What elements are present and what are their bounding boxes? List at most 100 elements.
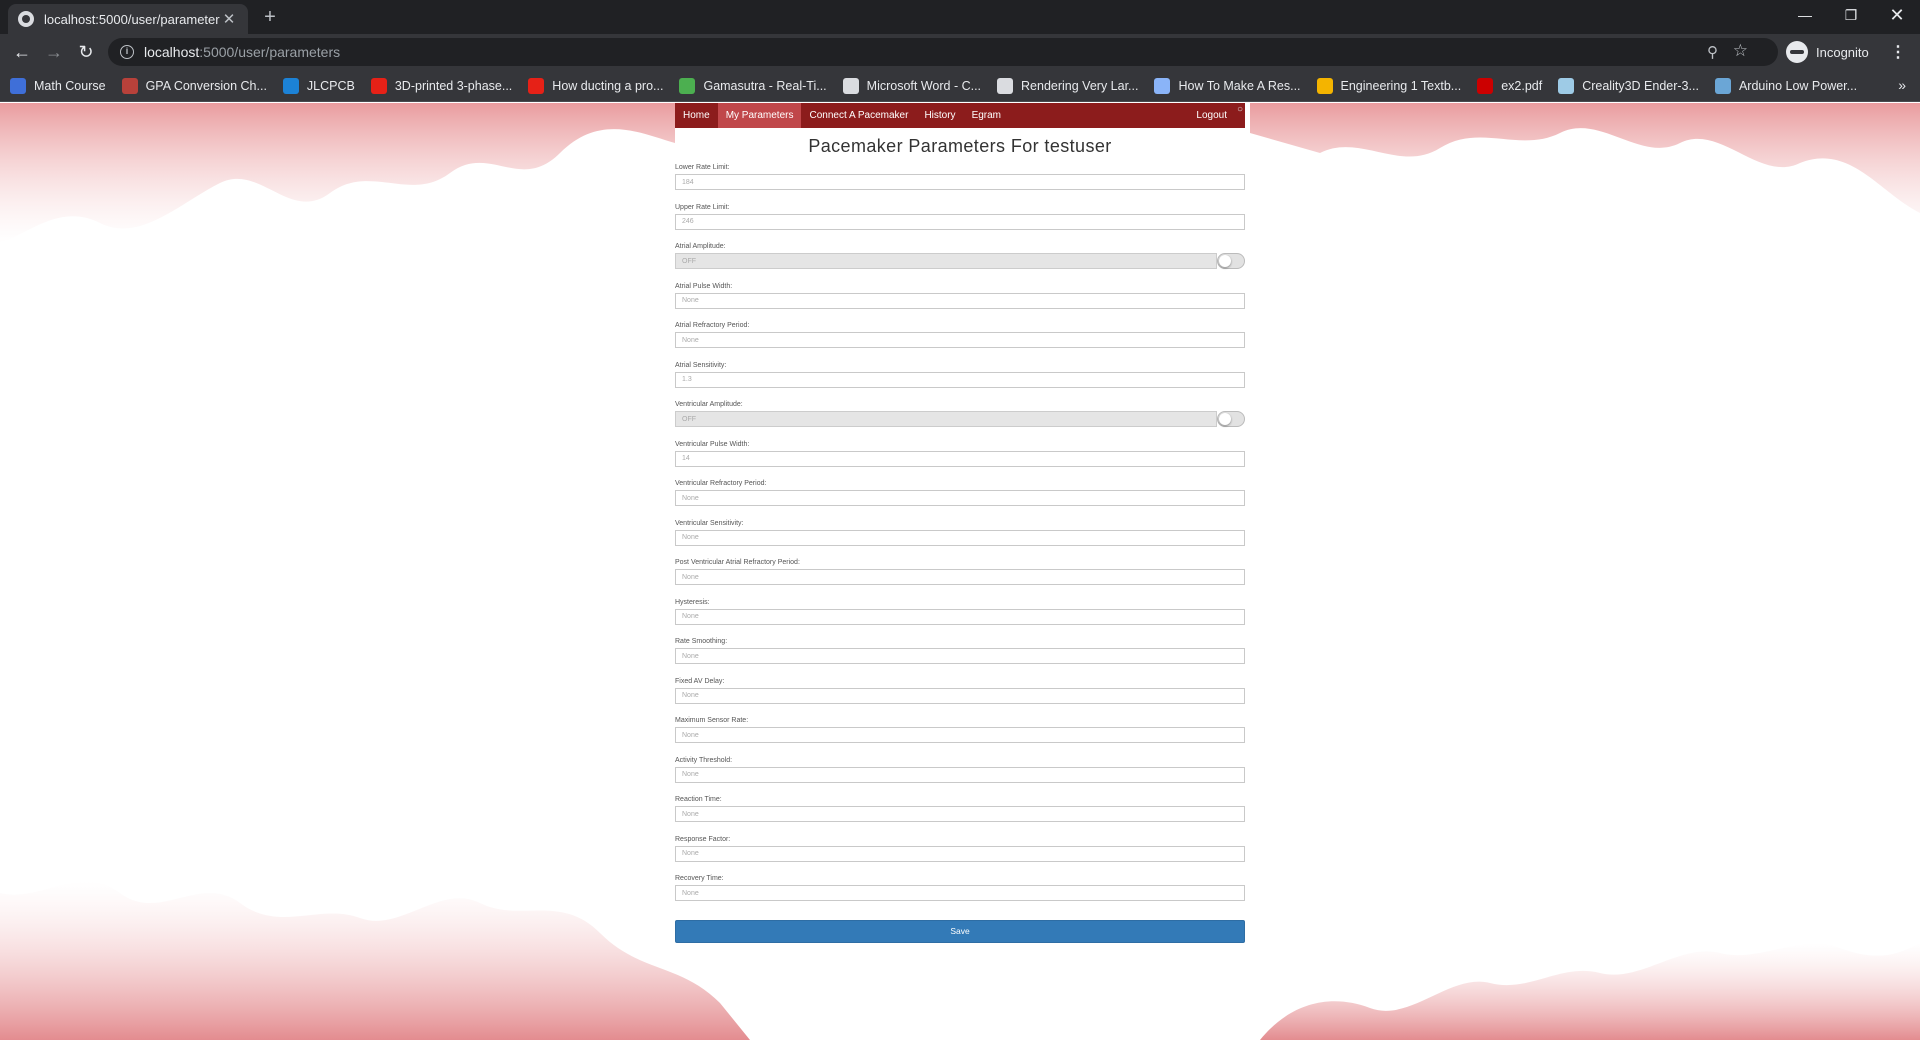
- bookmark-item[interactable]: Creality3D Ender-3...: [1558, 77, 1699, 94]
- parameter-input[interactable]: [675, 332, 1245, 348]
- bookmark-star-icon[interactable]: ☆: [1733, 41, 1748, 61]
- nav-history[interactable]: History: [916, 103, 963, 128]
- form-field: Atrial Sensitivity:: [675, 360, 1245, 400]
- bookmarks-more-icon[interactable]: »: [1898, 77, 1906, 93]
- parameter-input[interactable]: [675, 213, 1245, 230]
- egg-icon: ○: [1236, 104, 1243, 115]
- browser-tab-strip: localhost:5000/user/parameters ✕ + — ❐ ✕: [0, 0, 1920, 34]
- parameter-input[interactable]: [675, 687, 1245, 704]
- bookmark-item[interactable]: How ducting a pro...: [528, 77, 664, 94]
- field-label: Atrial Refractory Period:: [675, 322, 750, 329]
- parameter-input[interactable]: [675, 371, 1245, 388]
- address-toolbar: ← → ↻ i localhost:5000/user/parameters ⚲…: [0, 34, 1920, 70]
- bookmark-item[interactable]: GPA Conversion Ch...: [121, 77, 267, 94]
- address-bar[interactable]: i localhost:5000/user/parameters ⚲ ☆: [108, 38, 1778, 66]
- bookmark-label: Creality3D Ender-3...: [1582, 78, 1699, 93]
- nav-logout[interactable]: Logout: [1188, 103, 1235, 128]
- minimize-button[interactable]: —: [1782, 0, 1828, 30]
- parameter-input[interactable]: [675, 569, 1245, 585]
- form-field: Ventricular Sensitivity:: [675, 518, 1245, 558]
- bookmark-item[interactable]: Rendering Very Lar...: [997, 77, 1139, 94]
- parameter-input[interactable]: [675, 450, 1245, 467]
- bookmark-item[interactable]: Arduino Low Power...: [1714, 77, 1857, 94]
- form-field: Ventricular Pulse Width:: [675, 439, 1245, 479]
- url-host: localhost: [144, 44, 200, 60]
- bookmark-item[interactable]: Gamasutra - Real-Ti...: [679, 77, 827, 94]
- nav-my-parameters[interactable]: My Parameters: [717, 103, 802, 128]
- parameter-input[interactable]: [675, 885, 1245, 901]
- crest-icon: [121, 77, 138, 94]
- bookmark-label: JLCPCB: [306, 78, 355, 93]
- drive-icon: [1316, 77, 1333, 94]
- close-window-button[interactable]: ✕: [1874, 0, 1920, 30]
- parameter-input[interactable]: [675, 490, 1245, 506]
- parameter-input[interactable]: [675, 292, 1245, 309]
- parameter-input[interactable]: [675, 648, 1245, 664]
- form-field: Upper Rate Limit:: [675, 202, 1245, 242]
- close-tab-icon[interactable]: ✕: [220, 10, 238, 28]
- bookmark-label: Microsoft Word - C...: [866, 78, 982, 93]
- parameter-input[interactable]: [675, 806, 1245, 822]
- bookmark-item[interactable]: Microsoft Word - C...: [842, 77, 982, 94]
- menu-kebab-icon[interactable]: ⋮: [1890, 42, 1906, 62]
- field-label: Ventricular Pulse Width:: [675, 440, 750, 448]
- bookmark-label: How ducting a pro...: [552, 78, 664, 93]
- field-label: Ventricular Amplitude:: [675, 401, 743, 408]
- field-label: Activity Threshold:: [675, 756, 733, 764]
- form-field: Reaction Time:: [675, 794, 1245, 834]
- field-label: Rate Smoothing:: [675, 638, 728, 645]
- field-label: Upper Rate Limit:: [675, 203, 730, 211]
- bookmark-item[interactable]: ex2.pdf: [1477, 77, 1543, 94]
- save-button[interactable]: Save: [675, 920, 1245, 943]
- bookmark-item[interactable]: Engineering 1 Textb...: [1316, 77, 1461, 94]
- form-field: Atrial Amplitude:: [675, 241, 1245, 281]
- restore-button[interactable]: ❐: [1828, 0, 1874, 30]
- browser-tab[interactable]: localhost:5000/user/parameters ✕: [8, 4, 248, 34]
- parameter-input[interactable]: [675, 766, 1245, 783]
- parameter-input[interactable]: [675, 253, 1217, 269]
- parameter-input[interactable]: [675, 411, 1217, 427]
- new-tab-button[interactable]: +: [258, 5, 282, 29]
- field-label: Recovery Time:: [675, 875, 724, 882]
- parameters-form: Lower Rate Limit: Upper Rate Limit: Atrial…: [675, 162, 1245, 913]
- image-icon: [1154, 77, 1171, 94]
- creality-icon: [1558, 77, 1575, 94]
- parameter-input[interactable]: [675, 727, 1245, 743]
- field-label: Hysteresis:: [675, 598, 710, 606]
- back-arrow-icon[interactable]: ←: [10, 40, 34, 64]
- form-field: Recovery Time:: [675, 873, 1245, 913]
- sigma-icon: [10, 77, 26, 94]
- bookmark-label: Rendering Very Lar...: [1021, 78, 1139, 93]
- bookmark-label: Math Course: [34, 78, 106, 93]
- parameter-input[interactable]: [675, 529, 1245, 546]
- info-icon[interactable]: i: [120, 45, 134, 59]
- form-field: Lower Rate Limit:: [675, 162, 1245, 202]
- globe-icon: [997, 77, 1014, 94]
- form-field: Ventricular Refractory Period:: [675, 478, 1245, 518]
- field-label: Fixed AV Delay:: [675, 677, 725, 685]
- parameter-input[interactable]: [675, 845, 1245, 862]
- parameter-input[interactable]: [675, 174, 1245, 190]
- toggle-switch[interactable]: [1217, 411, 1245, 427]
- field-label: Atrial Pulse Width:: [675, 282, 733, 290]
- form-field: Ventricular Amplitude:: [675, 399, 1245, 439]
- bookmark-item[interactable]: JLCPCB: [282, 77, 355, 94]
- zoom-icon[interactable]: ⚲: [1707, 43, 1718, 61]
- parameter-input[interactable]: [675, 608, 1245, 625]
- incognito-indicator[interactable]: Incognito: [1786, 39, 1869, 65]
- nav-home[interactable]: Home: [675, 103, 718, 128]
- reload-icon[interactable]: ↻: [74, 40, 98, 64]
- incognito-icon: [1786, 41, 1808, 63]
- bookmark-item[interactable]: 3D-printed 3-phase...: [370, 77, 512, 94]
- nav-connect-a-pacemaker[interactable]: Connect A Pacemaker: [801, 103, 916, 128]
- bookmark-item[interactable]: Math Course: [10, 77, 106, 94]
- nav-egram[interactable]: Egram: [964, 103, 1009, 128]
- bookmark-label: GPA Conversion Ch...: [145, 78, 267, 93]
- form-field: Hysteresis:: [675, 597, 1245, 637]
- bookmark-item[interactable]: How To Make A Res...: [1154, 77, 1301, 94]
- forward-arrow-icon[interactable]: →: [42, 40, 66, 64]
- bookmark-label: Gamasutra - Real-Ti...: [703, 78, 827, 93]
- bookmark-label: ex2.pdf: [1501, 78, 1543, 93]
- page-viewport: Home My Parameters Connect A Pacemaker Hist…: [0, 103, 1920, 1040]
- toggle-switch[interactable]: [1217, 253, 1245, 269]
